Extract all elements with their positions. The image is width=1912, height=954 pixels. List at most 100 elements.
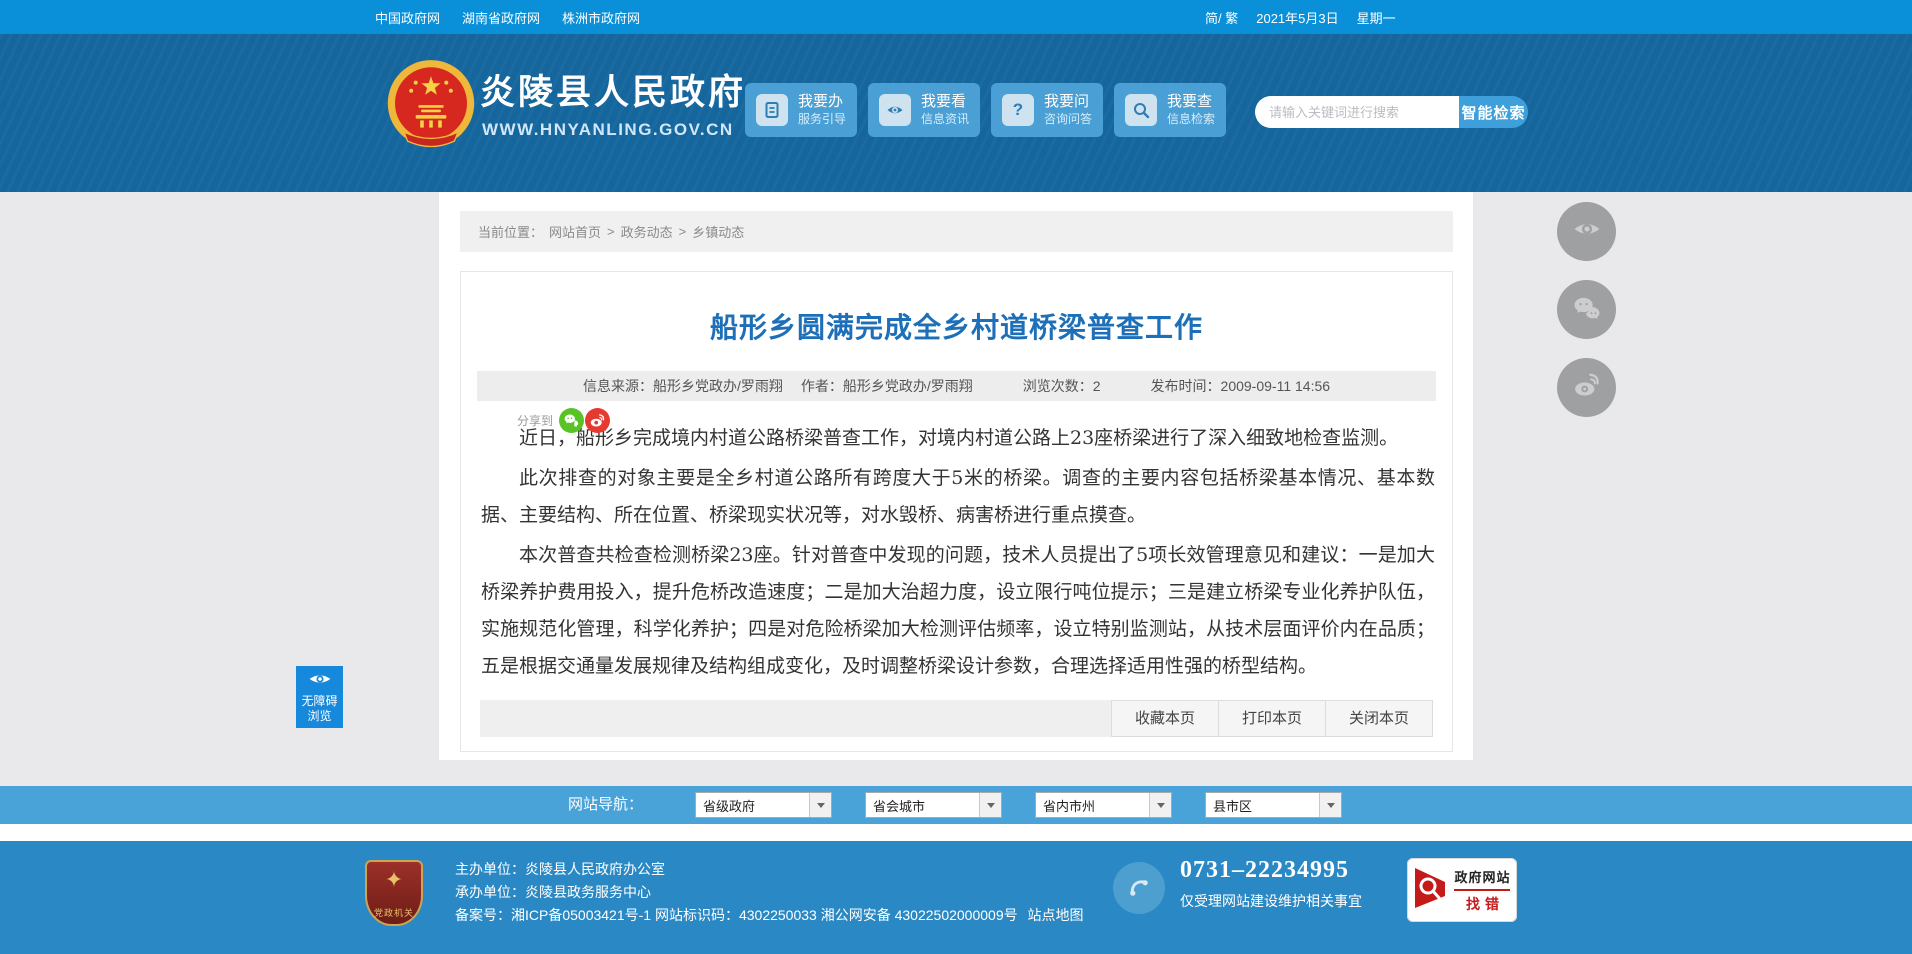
- meta-author-label: 作者：: [800, 378, 843, 394]
- error-badge-line2: 找错: [1465, 895, 1504, 912]
- article-meta: 信息来源： 船形乡党政办/罗雨翔 作者： 船形乡党政办/罗雨翔 浏览次数： 2 …: [477, 371, 1436, 401]
- breadcrumb-gov-news[interactable]: 政务动态: [621, 222, 673, 241]
- eye-icon: [879, 94, 911, 126]
- footer-gap: [0, 824, 1912, 841]
- find-error-logo-icon: [1413, 866, 1447, 915]
- breadcrumb-label: 当前位置：: [478, 225, 544, 240]
- quick-button-sublabel: 咨询问答: [1044, 111, 1093, 126]
- topbar-link-hunan-gov[interactable]: 湖南省政府网: [462, 8, 540, 27]
- breadcrumb-separator: >: [607, 224, 615, 239]
- content-card: 当前位置： 网站首页 > 政务动态 > 乡镇动态 船形乡圆满完成全乡村道桥梁普查…: [439, 192, 1473, 760]
- quick-button-label: 我要问: [1044, 93, 1090, 111]
- footer-info: 主办单位：炎陵县人民政府办公室 承办单位：炎陵县政务服务中心 备案号：湘ICP备…: [455, 858, 1084, 927]
- lang-toggle[interactable]: 简/ 繁: [1205, 8, 1238, 27]
- footer-organizer: 主办单位：炎陵县人民政府办公室: [455, 858, 1084, 881]
- sidebar-accessibility-button[interactable]: [1557, 202, 1616, 261]
- smart-search-button[interactable]: 智能检索: [1459, 96, 1528, 128]
- article-title: 船形乡圆满完成全乡村道桥梁普查工作: [709, 312, 1203, 343]
- quick-button-sublabel: 服务引导: [798, 111, 847, 126]
- question-icon: ?: [1002, 94, 1034, 126]
- meta-author-value: 船形乡党政办/罗雨翔: [842, 378, 973, 394]
- national-emblem-logo: [386, 58, 476, 154]
- footer-undertaker: 承办单位：炎陵县政务服务中心: [455, 881, 1084, 904]
- service-phone-note: 仅受理网站建设维护相关事宜: [1180, 893, 1362, 909]
- site-title: 炎陵县人民政府: [480, 73, 747, 112]
- nav-select-provincial-gov[interactable]: 省级政府: [695, 792, 832, 818]
- quick-button-label: 我要查: [1167, 93, 1213, 111]
- site-url: WWW.HNYANLING.GOV.CN: [482, 120, 734, 139]
- search-input[interactable]: [1255, 96, 1459, 128]
- organizer-label: 主办单位：: [455, 861, 525, 877]
- quick-button-query[interactable]: 我要查 信息检索: [1114, 83, 1226, 137]
- chevron-down-icon: [1149, 793, 1171, 817]
- torch-icon: ✦: [384, 867, 404, 892]
- share-label: 分享到: [517, 414, 554, 428]
- sidebar-weibo-button[interactable]: [1557, 358, 1616, 417]
- search-icon: [1125, 94, 1157, 126]
- nav-select-value: 省级政府: [703, 798, 756, 814]
- icp-text: 备案号：湘ICP备05003421号-1 网站标识码：4302250033 湘公…: [455, 907, 1018, 923]
- footer-icp-line: 备案号：湘ICP备05003421号-1 网站标识码：4302250033 湘公…: [455, 904, 1084, 927]
- share-weibo-icon[interactable]: [585, 408, 611, 433]
- accessibility-label-line1: 无障碍: [301, 693, 338, 708]
- nav-select-value: 省内市州: [1043, 798, 1096, 814]
- nav-select-value: 省会城市: [873, 798, 926, 814]
- nav-select-counties[interactable]: 县市区: [1205, 792, 1342, 818]
- bookmark-page-button[interactable]: 收藏本页: [1110, 700, 1218, 737]
- site-nav-label: 网站导航：: [568, 796, 644, 813]
- meta-time-label: 发布时间：: [1150, 378, 1221, 394]
- quick-button-sublabel: 信息检索: [1167, 111, 1216, 126]
- eye-icon: [308, 671, 332, 691]
- quick-buttons: 我要办 服务引导 我要看 信息资讯 ? 我要问 咨询问答 我要查 信息检索: [745, 83, 1226, 137]
- page: 中国政府网 湖南省政府网 株洲市政府网 简/ 繁 2021年5月3日 星期一 炎…: [0, 0, 1912, 954]
- print-page-button[interactable]: 打印本页: [1217, 700, 1325, 737]
- breadcrumb-home[interactable]: 网站首页: [549, 222, 601, 241]
- article-paragraph: 此次排查的对象主要是全乡村道公路所有跨度大于5米的桥梁。调查的主要内容包括桥梁基…: [481, 467, 1435, 526]
- breadcrumb-separator: >: [678, 224, 687, 239]
- wechat-icon: [1570, 290, 1604, 329]
- meta-source-label: 信息来源：: [582, 378, 653, 394]
- eye-icon: [1570, 212, 1604, 251]
- nav-select-province-cities[interactable]: 省内市州: [1035, 792, 1172, 818]
- breadcrumb-town-news[interactable]: 乡镇动态: [692, 222, 744, 241]
- topbar-link-zhuzhou-gov[interactable]: 株洲市政府网: [562, 8, 640, 27]
- article: 船形乡圆满完成全乡村道桥梁普查工作 信息来源： 船形乡党政办/罗雨翔 作者： 船…: [460, 271, 1453, 752]
- error-badge-divider: [1454, 888, 1511, 891]
- share-wechat-icon[interactable]: [559, 408, 585, 433]
- topbar: 中国政府网 湖南省政府网 株洲市政府网 简/ 繁 2021年5月3日 星期一: [0, 0, 1912, 34]
- current-weekday: 星期一: [1356, 10, 1396, 26]
- document-icon: [756, 94, 788, 126]
- article-body: 近日，船形乡完成境内村道公路桥梁普查工作，对境内村道公路上23座桥梁进行了深入细…: [481, 420, 1435, 688]
- share-row: 分享到: [517, 408, 611, 433]
- phone-icon: [1113, 862, 1165, 914]
- sidebar-wechat-button[interactable]: [1557, 280, 1616, 339]
- topbar-links: 中国政府网 湖南省政府网 株洲市政府网: [375, 0, 640, 34]
- close-page-button[interactable]: 关闭本页: [1324, 700, 1433, 737]
- article-paragraph: 本次普查共检查检测桥梁23座。针对普查中发现的问题，技术人员提出了5项长效管理意…: [481, 544, 1435, 677]
- chevron-down-icon: [1319, 793, 1341, 817]
- meta-views-value: 2: [1092, 378, 1101, 394]
- service-phone-number: 0731–22234995: [1180, 857, 1349, 883]
- chevron-down-icon: [809, 793, 831, 817]
- topbar-right: 简/ 繁 2021年5月3日 星期一: [1205, 0, 1396, 34]
- quick-button-sublabel: 信息资讯: [921, 111, 970, 126]
- meta-source-value: 船形乡党政办/罗雨翔: [652, 378, 783, 394]
- quick-button-view[interactable]: 我要看 信息资讯: [868, 83, 980, 137]
- undertaker-value: 炎陵县政务服务中心: [525, 884, 651, 900]
- undertaker-label: 承办单位：: [455, 884, 525, 900]
- quick-button-ask[interactable]: ? 我要问 咨询问答: [991, 83, 1103, 137]
- accessibility-browse-button[interactable]: 无障碍 浏览: [296, 666, 343, 728]
- accessibility-label-line2: 浏览: [307, 708, 332, 723]
- site-header: 炎陵县人民政府 WWW.HNYANLING.GOV.CN 我要办 服务引导 我要看…: [0, 34, 1912, 192]
- footer: ✦ 党政机关 主办单位：炎陵县人民政府办公室 承办单位：炎陵县政务服务中心 备案…: [0, 841, 1912, 954]
- nav-select-capital-cities[interactable]: 省会城市: [865, 792, 1002, 818]
- weibo-icon: [1570, 368, 1604, 407]
- quick-button-apply[interactable]: 我要办 服务引导: [745, 83, 857, 137]
- sitemap-link[interactable]: 站点地图: [1028, 907, 1084, 923]
- current-date: 2021年5月3日: [1256, 10, 1339, 26]
- organizer-value: 炎陵县人民政府办公室: [525, 861, 665, 877]
- quick-button-label: 我要看: [921, 93, 967, 111]
- website-error-report-badge[interactable]: 政府网站 找错: [1407, 858, 1517, 922]
- topbar-link-china-gov[interactable]: 中国政府网: [375, 8, 440, 27]
- chevron-down-icon: [979, 793, 1001, 817]
